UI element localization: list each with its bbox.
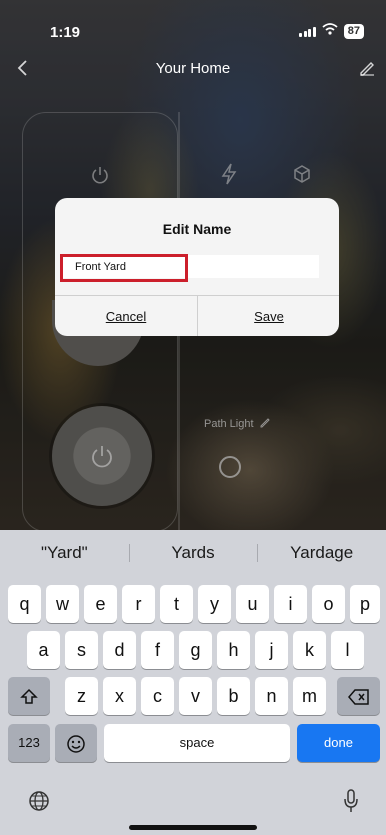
status-time: 1:19 — [50, 24, 81, 41]
key-y[interactable]: y — [198, 585, 231, 623]
key-v[interactable]: v — [179, 677, 212, 715]
edit-icon[interactable] — [358, 58, 376, 81]
globe-icon[interactable] — [28, 790, 50, 817]
key-e[interactable]: e — [84, 585, 117, 623]
key-u[interactable]: u — [236, 585, 269, 623]
key-p[interactable]: p — [350, 585, 380, 623]
keyboard: "Yard" Yards Yardage q w e r t y u i o p… — [0, 530, 386, 835]
key-a[interactable]: a — [27, 631, 60, 669]
suggestion-item[interactable]: Yards — [128, 538, 258, 568]
delete-key[interactable] — [337, 677, 380, 715]
shift-key[interactable] — [8, 677, 50, 715]
key-j[interactable]: j — [255, 631, 288, 669]
suggestion-bar: "Yard" Yards Yardage — [0, 538, 386, 568]
key-c[interactable]: c — [141, 677, 174, 715]
key-s[interactable]: s — [65, 631, 98, 669]
cancel-button[interactable]: Cancel — [55, 296, 197, 336]
key-o[interactable]: o — [312, 585, 345, 623]
status-bar: 1:19 87 — [0, 0, 386, 44]
suggestion-item[interactable]: "Yard" — [0, 538, 129, 568]
key-w[interactable]: w — [46, 585, 79, 623]
space-key[interactable]: space — [104, 724, 290, 762]
key-d[interactable]: d — [103, 631, 136, 669]
key-r[interactable]: r — [122, 585, 155, 623]
key-n[interactable]: n — [255, 677, 288, 715]
key-q[interactable]: q — [8, 585, 41, 623]
microphone-icon[interactable] — [342, 788, 360, 819]
delete-icon — [347, 686, 370, 706]
key-k[interactable]: k — [293, 631, 326, 669]
key-f[interactable]: f — [141, 631, 174, 669]
dialog-title: Edit Name — [162, 221, 232, 237]
wifi-icon — [322, 22, 338, 40]
key-l[interactable]: l — [331, 631, 364, 669]
numbers-key[interactable]: 123 — [8, 724, 50, 762]
key-m[interactable]: m — [293, 677, 326, 715]
suggestion-item[interactable]: Yardage — [257, 538, 386, 568]
edit-name-dialog: Edit Name Cancel Save — [55, 198, 339, 336]
shift-icon — [20, 686, 38, 706]
key-g[interactable]: g — [179, 631, 212, 669]
key-i[interactable]: i — [274, 585, 307, 623]
key-z[interactable]: z — [65, 677, 98, 715]
key-t[interactable]: t — [160, 585, 193, 623]
save-button[interactable]: Save — [198, 296, 339, 336]
input-highlight-box — [60, 254, 188, 282]
page-title: Your Home — [155, 60, 231, 77]
emoji-key[interactable] — [55, 724, 97, 762]
key-b[interactable]: b — [217, 677, 250, 715]
nav-bar: Your Home — [0, 52, 386, 88]
battery-icon: 87 — [343, 23, 364, 39]
key-x[interactable]: x — [103, 677, 136, 715]
signal-icon — [299, 26, 316, 37]
done-key[interactable]: done — [297, 724, 380, 762]
key-h[interactable]: h — [217, 631, 250, 669]
emoji-icon — [66, 733, 86, 753]
status-icons: 87 — [299, 22, 364, 40]
home-indicator — [129, 825, 257, 830]
